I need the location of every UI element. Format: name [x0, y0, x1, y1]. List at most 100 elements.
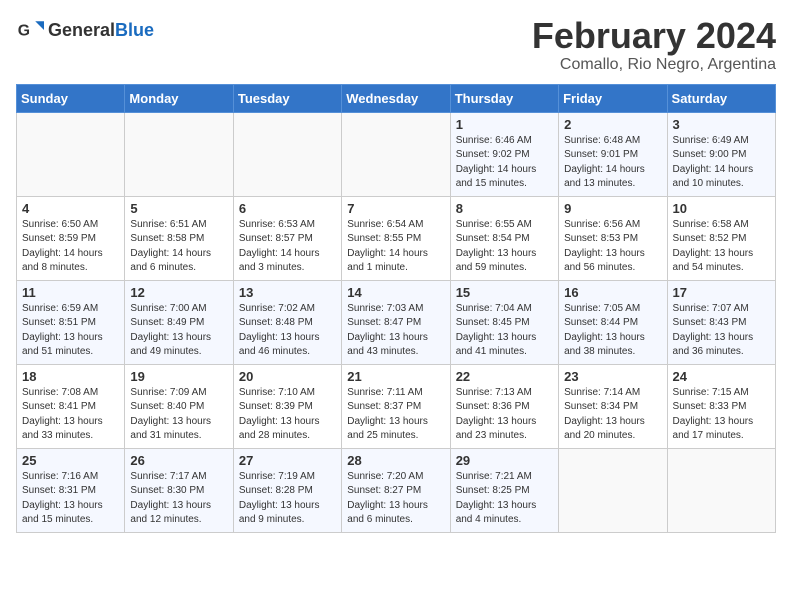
calendar-cell: 11 Sunrise: 6:59 AM Sunset: 8:51 PM Dayli… [17, 280, 125, 364]
calendar-week-row: 4 Sunrise: 6:50 AM Sunset: 8:59 PM Daylig… [17, 196, 776, 280]
weekday-header: Friday [559, 84, 667, 112]
calendar-cell: 20 Sunrise: 7:10 AM Sunset: 8:39 PM Dayli… [233, 364, 341, 448]
day-info: Sunrise: 7:17 AM Sunset: 8:30 PM Dayligh… [130, 470, 227, 528]
day-number: 14 [347, 285, 444, 300]
calendar-cell: 3 Sunrise: 6:49 AM Sunset: 9:00 PM Daylig… [667, 112, 775, 196]
day-info: Sunrise: 6:50 AM Sunset: 8:59 PM Dayligh… [22, 218, 119, 276]
calendar-cell: 17Sunrise: 7:07 AM Sunset: 8:43 PM Dayli… [667, 280, 775, 364]
day-info: Sunrise: 7:16 AM Sunset: 8:31 PM Dayligh… [22, 470, 119, 528]
weekday-header: Wednesday [342, 84, 450, 112]
calendar-cell [17, 112, 125, 196]
calendar-cell [233, 112, 341, 196]
day-info: Sunrise: 6:54 AM Sunset: 8:55 PM Dayligh… [347, 218, 444, 276]
day-info: Sunrise: 7:02 AM Sunset: 8:48 PM Dayligh… [239, 302, 336, 360]
day-number: 18 [22, 369, 119, 384]
calendar-cell: 13Sunrise: 7:02 AM Sunset: 8:48 PM Dayli… [233, 280, 341, 364]
day-number: 28 [347, 453, 444, 468]
day-info: Sunrise: 6:51 AM Sunset: 8:58 PM Dayligh… [130, 218, 227, 276]
calendar-cell: 12 Sunrise: 7:00 AM Sunset: 8:49 PM Dayli… [125, 280, 233, 364]
calendar-cell: 10 Sunrise: 6:58 AM Sunset: 8:52 PM Dayli… [667, 196, 775, 280]
day-number: 19 [130, 369, 227, 384]
weekday-header: Tuesday [233, 84, 341, 112]
calendar-cell: 1Sunrise: 6:46 AM Sunset: 9:02 PM Daylig… [450, 112, 558, 196]
calendar-cell: 19 Sunrise: 7:09 AM Sunset: 8:40 PM Dayli… [125, 364, 233, 448]
day-number: 27 [239, 453, 336, 468]
calendar-cell: 27 Sunrise: 7:19 AM Sunset: 8:28 PM Dayli… [233, 448, 341, 532]
calendar-cell [125, 112, 233, 196]
month-title: February 2024 [532, 16, 776, 56]
day-number: 10 [673, 201, 770, 216]
svg-text:G: G [18, 22, 30, 39]
day-info: Sunrise: 7:09 AM Sunset: 8:40 PM Dayligh… [130, 386, 227, 444]
calendar-cell: 4 Sunrise: 6:50 AM Sunset: 8:59 PM Daylig… [17, 196, 125, 280]
day-number: 3 [673, 117, 770, 132]
day-info: Sunrise: 7:14 AM Sunset: 8:34 PM Dayligh… [564, 386, 661, 444]
title-area: February 2024 Comallo, Rio Negro, Argent… [532, 16, 776, 74]
day-info: Sunrise: 7:19 AM Sunset: 8:28 PM Dayligh… [239, 470, 336, 528]
day-info: Sunrise: 7:11 AM Sunset: 8:37 PM Dayligh… [347, 386, 444, 444]
calendar-cell: 16 Sunrise: 7:05 AM Sunset: 8:44 PM Dayli… [559, 280, 667, 364]
day-number: 20 [239, 369, 336, 384]
calendar-header-row: SundayMondayTuesdayWednesdayThursdayFrid… [17, 84, 776, 112]
page-header: G GeneralBlue February 2024 Comallo, Rio… [16, 16, 776, 74]
calendar-week-row: 11 Sunrise: 6:59 AM Sunset: 8:51 PM Dayli… [17, 280, 776, 364]
day-number: 16 [564, 285, 661, 300]
calendar-cell: 8Sunrise: 6:55 AM Sunset: 8:54 PM Daylig… [450, 196, 558, 280]
day-info: Sunrise: 7:21 AM Sunset: 8:25 PM Dayligh… [456, 470, 553, 528]
logo: G GeneralBlue [16, 16, 154, 44]
day-info: Sunrise: 7:00 AM Sunset: 8:49 PM Dayligh… [130, 302, 227, 360]
calendar-cell: 2 Sunrise: 6:48 AM Sunset: 9:01 PM Daylig… [559, 112, 667, 196]
day-number: 21 [347, 369, 444, 384]
day-number: 7 [347, 201, 444, 216]
logo-general: General [48, 20, 115, 40]
location-title: Comallo, Rio Negro, Argentina [532, 56, 776, 74]
calendar-week-row: 25 Sunrise: 7:16 AM Sunset: 8:31 PM Dayli… [17, 448, 776, 532]
calendar-cell: 25 Sunrise: 7:16 AM Sunset: 8:31 PM Dayli… [17, 448, 125, 532]
day-info: Sunrise: 7:08 AM Sunset: 8:41 PM Dayligh… [22, 386, 119, 444]
weekday-header: Saturday [667, 84, 775, 112]
calendar-cell: 23 Sunrise: 7:14 AM Sunset: 8:34 PM Dayli… [559, 364, 667, 448]
calendar-body: 1Sunrise: 6:46 AM Sunset: 9:02 PM Daylig… [17, 112, 776, 532]
day-info: Sunrise: 6:59 AM Sunset: 8:51 PM Dayligh… [22, 302, 119, 360]
day-number: 12 [130, 285, 227, 300]
calendar-cell: 18 Sunrise: 7:08 AM Sunset: 8:41 PM Dayli… [17, 364, 125, 448]
day-number: 23 [564, 369, 661, 384]
day-info: Sunrise: 7:15 AM Sunset: 8:33 PM Dayligh… [673, 386, 770, 444]
day-info: Sunrise: 7:10 AM Sunset: 8:39 PM Dayligh… [239, 386, 336, 444]
day-number: 24 [673, 369, 770, 384]
calendar-cell: 29 Sunrise: 7:21 AM Sunset: 8:25 PM Dayli… [450, 448, 558, 532]
day-number: 4 [22, 201, 119, 216]
weekday-header: Thursday [450, 84, 558, 112]
day-number: 29 [456, 453, 553, 468]
calendar-cell: 6 Sunrise: 6:53 AM Sunset: 8:57 PM Daylig… [233, 196, 341, 280]
day-number: 15 [456, 285, 553, 300]
day-number: 5 [130, 201, 227, 216]
day-number: 2 [564, 117, 661, 132]
day-info: Sunrise: 7:03 AM Sunset: 8:47 PM Dayligh… [347, 302, 444, 360]
day-number: 26 [130, 453, 227, 468]
calendar-cell: 15Sunrise: 7:04 AM Sunset: 8:45 PM Dayli… [450, 280, 558, 364]
day-number: 25 [22, 453, 119, 468]
day-number: 17 [673, 285, 770, 300]
calendar-cell: 24 Sunrise: 7:15 AM Sunset: 8:33 PM Dayli… [667, 364, 775, 448]
calendar-cell: 7 Sunrise: 6:54 AM Sunset: 8:55 PM Daylig… [342, 196, 450, 280]
day-number: 8 [456, 201, 553, 216]
day-number: 11 [22, 285, 119, 300]
day-number: 6 [239, 201, 336, 216]
day-info: Sunrise: 6:49 AM Sunset: 9:00 PM Dayligh… [673, 134, 770, 192]
day-number: 1 [456, 117, 553, 132]
logo-blue: Blue [115, 20, 154, 40]
calendar-cell: 21 Sunrise: 7:11 AM Sunset: 8:37 PM Dayli… [342, 364, 450, 448]
logo-icon: G [16, 16, 44, 44]
calendar-cell: 9Sunrise: 6:56 AM Sunset: 8:53 PM Daylig… [559, 196, 667, 280]
calendar-cell: 28Sunrise: 7:20 AM Sunset: 8:27 PM Dayli… [342, 448, 450, 532]
day-number: 22 [456, 369, 553, 384]
day-info: Sunrise: 6:58 AM Sunset: 8:52 PM Dayligh… [673, 218, 770, 276]
day-info: Sunrise: 6:56 AM Sunset: 8:53 PM Dayligh… [564, 218, 661, 276]
calendar-cell: 5 Sunrise: 6:51 AM Sunset: 8:58 PM Daylig… [125, 196, 233, 280]
day-info: Sunrise: 7:05 AM Sunset: 8:44 PM Dayligh… [564, 302, 661, 360]
weekday-header: Monday [125, 84, 233, 112]
day-info: Sunrise: 6:48 AM Sunset: 9:01 PM Dayligh… [564, 134, 661, 192]
day-info: Sunrise: 6:53 AM Sunset: 8:57 PM Dayligh… [239, 218, 336, 276]
calendar-cell: 26 Sunrise: 7:17 AM Sunset: 8:30 PM Dayli… [125, 448, 233, 532]
